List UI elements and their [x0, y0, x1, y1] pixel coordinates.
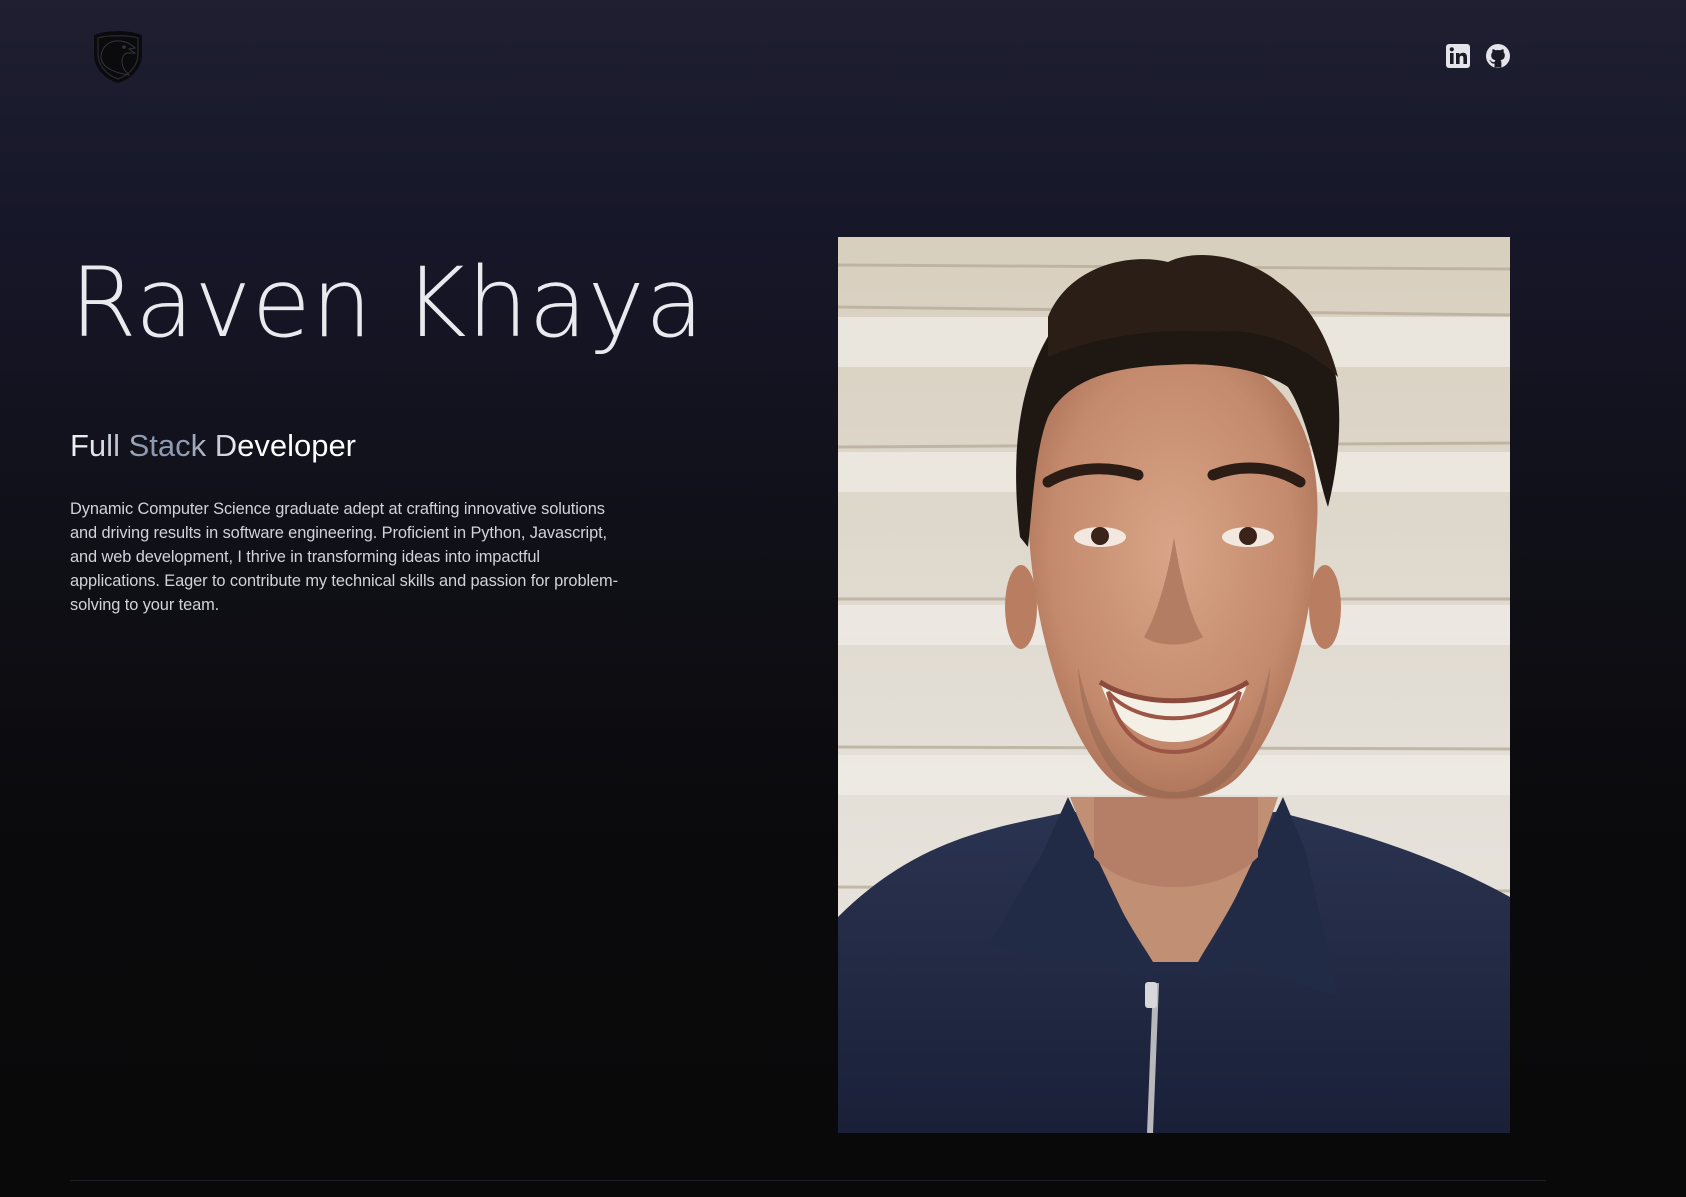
linkedin-icon[interactable]: [1445, 43, 1471, 69]
social-links: [1445, 43, 1511, 69]
raven-shield-icon[interactable]: [92, 30, 144, 84]
hero-name: Raven Khaya: [70, 247, 705, 359]
hero-role: Full Stack Developer: [70, 428, 357, 463]
github-icon[interactable]: [1485, 43, 1511, 69]
profile-photo: [838, 237, 1510, 1133]
hero-bio: Dynamic Computer Science graduate adept …: [70, 500, 618, 614]
section-divider: [70, 1180, 1546, 1181]
